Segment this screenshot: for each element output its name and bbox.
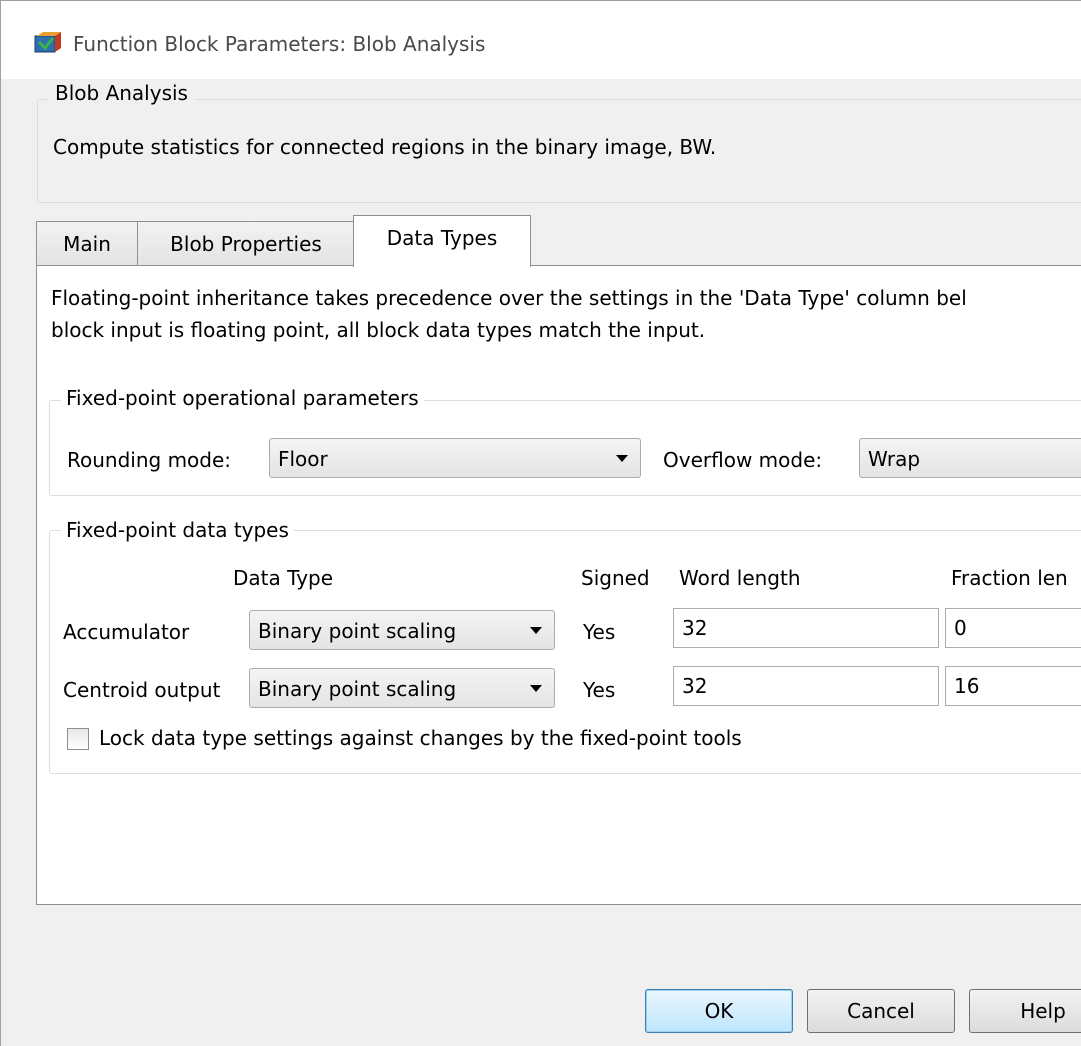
chevron-down-icon (616, 455, 628, 462)
overflow-mode-dropdown[interactable]: Wrap (859, 438, 1081, 478)
dialog-window: Function Block Parameters: Blob Analysis… (0, 0, 1081, 1046)
accumulator-word-length-input[interactable] (674, 609, 938, 647)
tab-panel-data-types: Floating-point inheritance takes precede… (36, 265, 1081, 905)
cancel-button[interactable]: Cancel (807, 989, 955, 1033)
overflow-mode-value: Wrap (868, 447, 921, 471)
centroid-signed: Yes (583, 678, 616, 702)
header-fraction-length: Fraction len (951, 566, 1068, 590)
accumulator-data-type-value: Binary point scaling (258, 619, 457, 643)
accumulator-fraction-length-input[interactable] (946, 609, 1081, 647)
header-word-length: Word length (679, 566, 801, 590)
chevron-down-icon (530, 685, 542, 692)
header-signed: Signed (581, 566, 650, 590)
lock-data-type-checkbox[interactable] (67, 728, 89, 750)
centroid-data-type-dropdown[interactable]: Binary point scaling (249, 668, 555, 708)
rounding-mode-dropdown[interactable]: Floor (269, 438, 641, 478)
window-title: Function Block Parameters: Blob Analysis (73, 32, 486, 56)
accumulator-fraction-length-field[interactable] (945, 608, 1081, 648)
accumulator-signed: Yes (583, 620, 616, 644)
help-button[interactable]: Help (969, 989, 1081, 1033)
rounding-mode-label: Rounding mode: (67, 448, 232, 472)
chevron-down-icon (530, 627, 542, 634)
ok-button[interactable]: OK (645, 989, 793, 1033)
row-label-accumulator: Accumulator (63, 620, 190, 644)
centroid-data-type-value: Binary point scaling (258, 677, 457, 701)
block-group-label: Blob Analysis (49, 81, 194, 105)
title-bar: Function Block Parameters: Blob Analysis (1, 1, 1081, 79)
overflow-mode-label: Overflow mode: (663, 448, 823, 472)
data-types-group-legend: Fixed-point data types (61, 518, 294, 542)
centroid-fraction-length-field[interactable] (945, 666, 1081, 706)
block-description: Compute statistics for connected regions… (53, 135, 717, 159)
accumulator-data-type-dropdown[interactable]: Binary point scaling (249, 610, 555, 650)
floating-point-note-line2: block input is floating point, all block… (51, 318, 706, 342)
accumulator-word-length-field[interactable] (673, 608, 939, 648)
header-data-type: Data Type (233, 566, 334, 590)
rounding-mode-value: Floor (278, 447, 328, 471)
floating-point-note-line1: Floating-point inheritance takes precede… (51, 286, 967, 310)
centroid-word-length-input[interactable] (674, 667, 938, 705)
centroid-word-length-field[interactable] (673, 666, 939, 706)
simulink-block-icon (33, 32, 65, 58)
centroid-fraction-length-input[interactable] (946, 667, 1081, 705)
row-label-centroid-output: Centroid output (63, 678, 221, 702)
lock-data-type-label[interactable]: Lock data type settings against changes … (99, 726, 742, 750)
tab-data-types[interactable]: Data Types (353, 215, 531, 267)
operational-group-legend: Fixed-point operational parameters (61, 386, 424, 410)
tab-blob-properties[interactable]: Blob Properties (137, 221, 355, 267)
tab-main[interactable]: Main (36, 221, 138, 267)
